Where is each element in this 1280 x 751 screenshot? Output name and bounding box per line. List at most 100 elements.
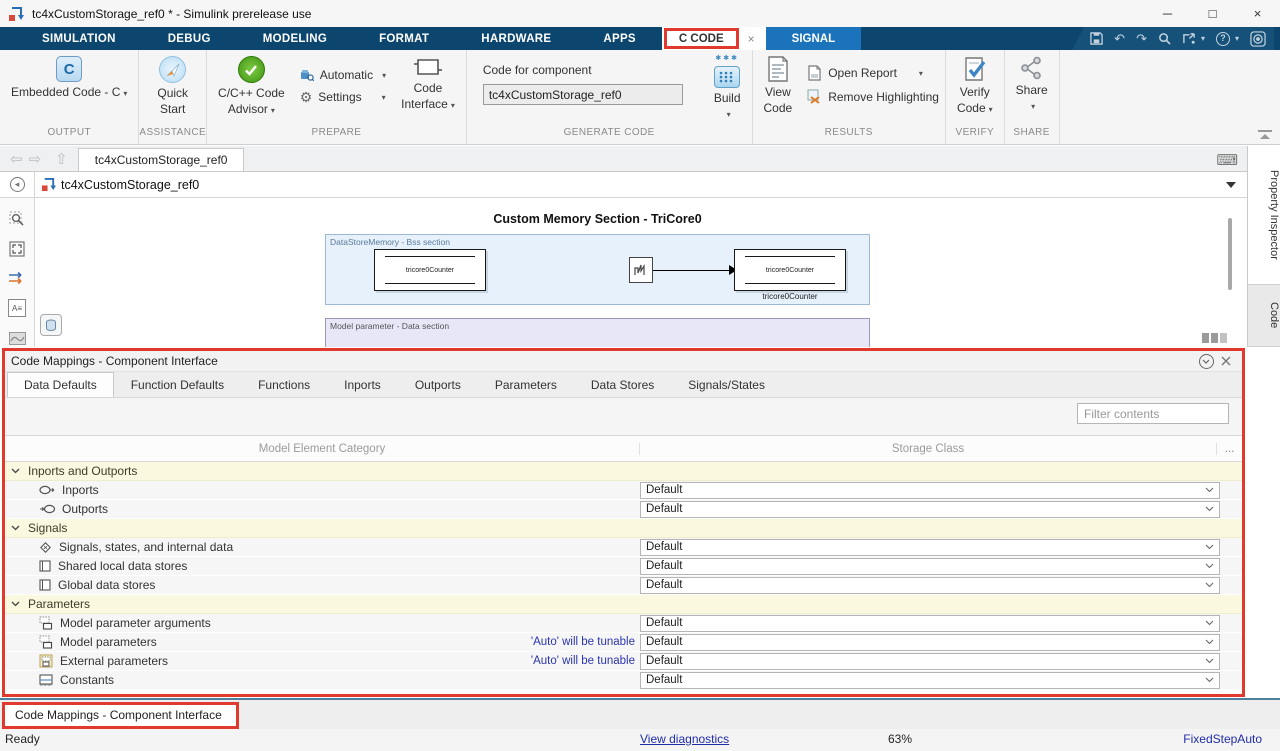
tab-signals-states[interactable]: Signals/States <box>671 372 782 397</box>
tab-property-inspector[interactable]: Property Inspector <box>1248 146 1280 285</box>
column-model-element-category[interactable]: Model Element Category <box>5 443 640 455</box>
storage-class-dropdown[interactable]: Default <box>640 501 1220 518</box>
tab-simulation[interactable]: SIMULATION <box>16 27 142 50</box>
dock-icon[interactable] <box>1196 354 1216 369</box>
solver-name[interactable]: FixedStepAuto <box>1183 732 1262 746</box>
save-icon[interactable] <box>1090 32 1103 45</box>
minimize-button[interactable]: ─ <box>1145 0 1190 27</box>
record-icon[interactable] <box>1250 31 1266 47</box>
table-row-constants[interactable]: Constants Default <box>5 671 1242 690</box>
table-row-model-parameter-arguments[interactable]: Model parameter arguments Default <box>5 614 1242 633</box>
storage-class-dropdown[interactable]: Default <box>640 653 1220 670</box>
view-diagnostics-link[interactable]: View diagnostics <box>640 732 729 746</box>
canvas-vertical-scrollbar[interactable] <box>1228 218 1232 290</box>
search-icon[interactable] <box>1158 32 1171 45</box>
table-row-external-parameters[interactable]: External parameters 'Auto' will be tunab… <box>5 652 1242 671</box>
panel-close-icon[interactable] <box>1216 356 1236 366</box>
filter-input[interactable] <box>1077 403 1229 424</box>
forward-icon[interactable]: ⇨ <box>29 150 42 168</box>
export-dropdown-icon[interactable]: ▾ <box>1201 34 1205 43</box>
breadcrumb[interactable]: tc4xCustomStorage_ref0 <box>35 177 199 192</box>
signal-source-block[interactable] <box>629 257 653 283</box>
undo-icon[interactable]: ↶ <box>1114 32 1125 45</box>
open-report-button[interactable]: Open Report ▾ <box>807 65 939 81</box>
tab-close-icon[interactable]: × <box>739 32 764 46</box>
share-button[interactable]: Share ▾ <box>1011 55 1053 112</box>
storage-class-dropdown[interactable]: Default <box>640 634 1220 651</box>
tab-format[interactable]: FORMAT <box>353 27 455 50</box>
group-row-inports-outports[interactable]: Inports and Outports <box>5 462 1242 481</box>
data-store-badge-button[interactable] <box>40 314 62 336</box>
table-row-shared-local-data-stores[interactable]: Shared local data stores Default <box>5 557 1242 576</box>
collapse-chevron-icon[interactable] <box>11 525 20 531</box>
redo-icon[interactable]: ↷ <box>1136 32 1147 45</box>
storage-class-dropdown[interactable]: Default <box>640 482 1220 499</box>
more-columns-button[interactable]: ... <box>1216 443 1242 455</box>
view-code-button[interactable]: ViewCode <box>759 55 798 117</box>
remove-highlighting-button[interactable]: Remove Highlighting <box>807 89 939 104</box>
code-interface-button[interactable]: CodeInterface▾ <box>396 55 460 113</box>
code-advisor-button[interactable]: C/C++ CodeAdvisor▾ <box>213 55 290 118</box>
document-tab[interactable]: tc4xCustomStorage_ref0 <box>78 148 245 171</box>
settings-button[interactable]: ⚙ Settings ▾ <box>300 90 386 104</box>
help-dropdown-icon[interactable]: ▾ <box>1235 34 1239 43</box>
embedded-code-button[interactable]: C Embedded Code - C▾ <box>6 55 132 102</box>
storage-class-dropdown[interactable]: Default <box>640 672 1220 689</box>
up-icon[interactable]: ⇧ <box>55 150 68 168</box>
tab-apps[interactable]: APPS <box>577 27 662 50</box>
tab-data-stores[interactable]: Data Stores <box>574 372 671 397</box>
tab-code[interactable]: Code <box>1248 285 1280 347</box>
build-button[interactable]: ✱✱✱ Build ▾ <box>709 55 746 120</box>
fit-to-view-icon[interactable] <box>8 240 26 258</box>
tab-functions[interactable]: Functions <box>241 372 327 397</box>
tab-data-defaults[interactable]: Data Defaults <box>7 372 114 397</box>
tab-parameters[interactable]: Parameters <box>478 372 574 397</box>
tab-hardware[interactable]: HARDWARE <box>455 27 577 50</box>
signal-lines-icon[interactable] <box>8 270 26 288</box>
zoom-region-icon[interactable] <box>8 210 26 228</box>
maximize-button[interactable]: □ <box>1190 0 1235 27</box>
automatic-button[interactable]: Automatic ▾ <box>300 68 386 82</box>
group-row-signals[interactable]: Signals <box>5 519 1242 538</box>
table-row-model-parameters[interactable]: Model parameters 'Auto' will be tunable … <box>5 633 1242 652</box>
table-row-signals-states[interactable]: Signals, states, and internal data Defau… <box>5 538 1242 557</box>
data-store-memory-block[interactable]: tricore0Counter <box>374 249 486 291</box>
collapse-chevron-icon[interactable] <box>11 601 20 607</box>
tab-c-code[interactable]: C CODE × <box>662 27 766 50</box>
code-mappings-bottom-tab[interactable]: Code Mappings - Component Interface <box>2 702 239 729</box>
quick-start-button[interactable]: QuickStart <box>152 55 193 118</box>
table-row-global-data-stores[interactable]: Global data stores Default <box>5 576 1242 595</box>
signal-wire[interactable] <box>653 270 731 272</box>
verify-code-button[interactable]: VerifyCode▾ <box>952 55 998 117</box>
panel-layout-icons[interactable] <box>1202 333 1227 343</box>
back-icon[interactable]: ⇦ <box>10 150 23 168</box>
tab-inports[interactable]: Inports <box>327 372 398 397</box>
storage-class-dropdown[interactable]: Default <box>640 577 1220 594</box>
help-icon[interactable]: ? <box>1216 32 1230 46</box>
table-row-inports[interactable]: Inports Default <box>5 481 1242 500</box>
keyboard-icon[interactable]: ⌨ <box>1216 151 1238 169</box>
tab-signal[interactable]: SIGNAL <box>766 27 861 50</box>
annotation-icon[interactable]: A≡ <box>8 299 26 317</box>
explorer-bar-toggle-icon[interactable]: ◂ <box>10 177 25 192</box>
column-storage-class[interactable]: Storage Class <box>640 443 1216 455</box>
data-section-area[interactable]: Model parameter - Data section <box>325 318 870 347</box>
tab-debug[interactable]: DEBUG <box>142 27 237 50</box>
tab-modeling[interactable]: MODELING <box>237 27 353 50</box>
storage-class-dropdown[interactable]: Default <box>640 615 1220 632</box>
storage-class-dropdown[interactable]: Default <box>640 558 1220 575</box>
close-button[interactable]: × <box>1235 0 1280 27</box>
export-icon[interactable] <box>1182 32 1196 45</box>
group-row-parameters[interactable]: Parameters <box>5 595 1242 614</box>
storage-class-dropdown[interactable]: Default <box>640 539 1220 556</box>
scope-icon[interactable] <box>8 329 26 347</box>
model-canvas[interactable]: A≡ Custom Memory Section - TriCore0 Data… <box>0 198 1247 347</box>
collapse-ribbon-icon[interactable] <box>1256 129 1274 141</box>
data-store-write-block[interactable]: tricore0Counter <box>734 249 846 291</box>
tab-function-defaults[interactable]: Function Defaults <box>114 372 241 397</box>
collapse-chevron-icon[interactable] <box>11 468 20 474</box>
tab-outports[interactable]: Outports <box>398 372 478 397</box>
bss-section-area[interactable]: DataStoreMemory - Bss section tricore0Co… <box>325 234 870 305</box>
table-row-outports[interactable]: Outports Default <box>5 500 1242 519</box>
breadcrumb-dropdown-icon[interactable] <box>1226 182 1236 188</box>
